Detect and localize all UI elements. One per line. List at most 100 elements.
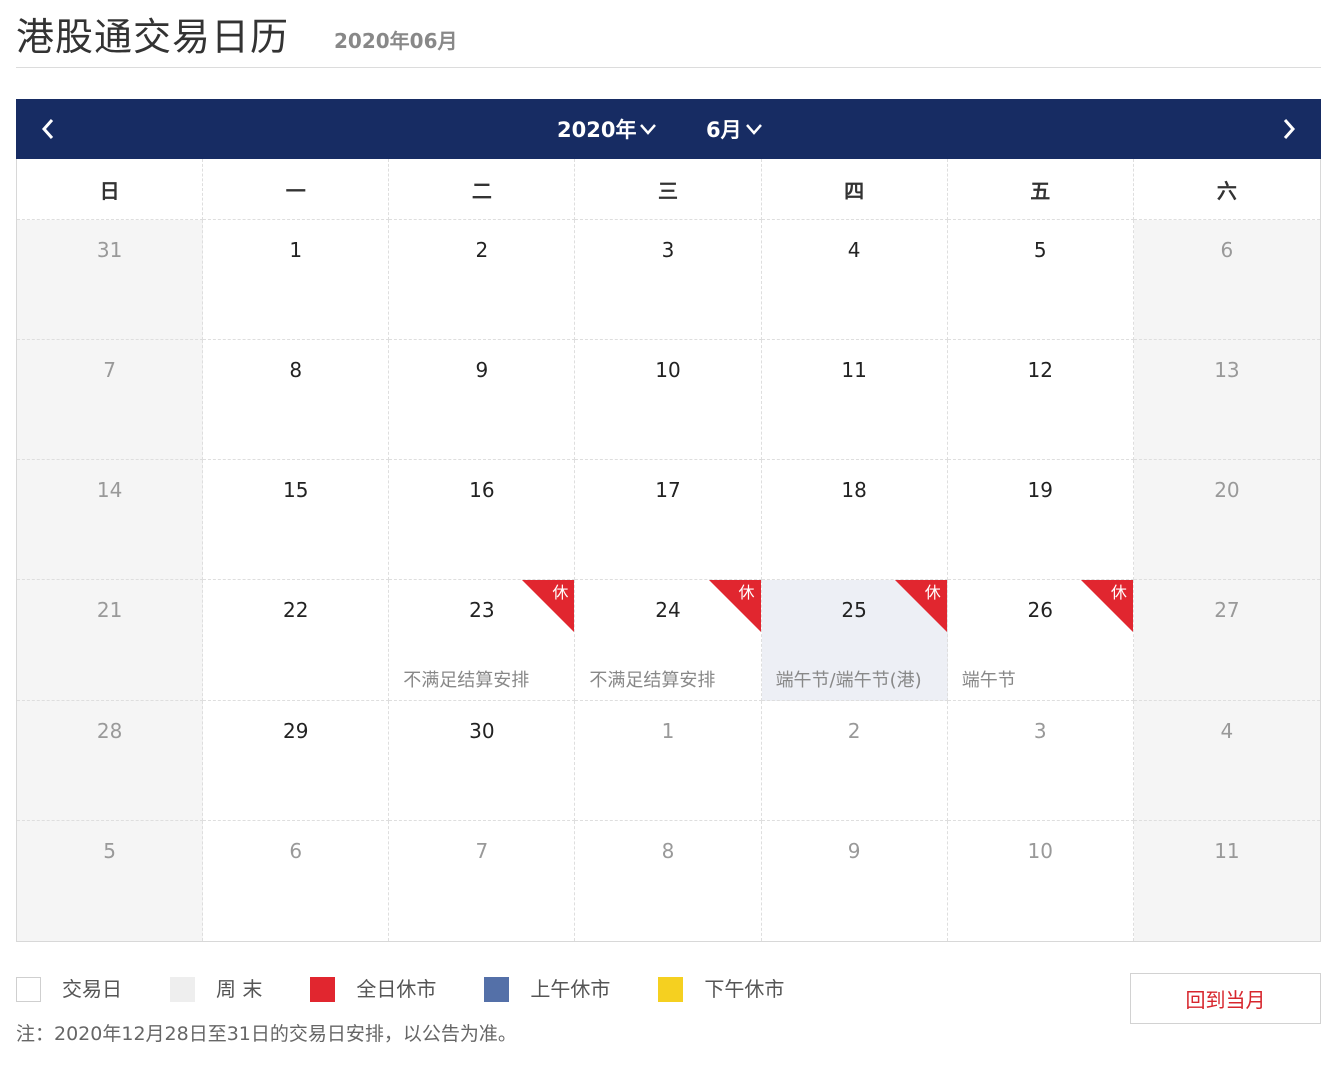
day-cell[interactable]: 29 bbox=[203, 700, 390, 821]
day-cell[interactable]: 22 bbox=[203, 580, 390, 701]
day-number: 7 bbox=[475, 838, 489, 863]
day-cell[interactable]: 8 bbox=[575, 820, 762, 941]
day-cell[interactable]: 31 bbox=[17, 220, 204, 341]
day-note: 不满足结算安排 bbox=[589, 670, 716, 692]
day-number: 21 bbox=[96, 598, 123, 623]
day-note: 端午节/端午节(港) bbox=[775, 670, 922, 692]
day-number: 8 bbox=[289, 358, 303, 383]
day-cell[interactable]: 9 bbox=[389, 340, 576, 461]
day-cell[interactable]: 4 bbox=[761, 220, 948, 341]
legend-swatch bbox=[658, 976, 684, 1002]
year-label: 2020年 bbox=[557, 118, 637, 142]
day-cell[interactable]: 20 bbox=[1133, 460, 1320, 581]
day-number: 12 bbox=[1027, 358, 1053, 383]
day-cell[interactable]: 16 bbox=[389, 460, 576, 581]
day-cell[interactable]: 11 bbox=[761, 340, 948, 461]
day-cell[interactable]: 19 bbox=[947, 460, 1134, 581]
weekday-mon: 一 bbox=[203, 159, 390, 220]
day-number: 14 bbox=[96, 478, 123, 503]
day-note: 端午节 bbox=[961, 670, 1016, 692]
legend-label: 全日休市 bbox=[356, 977, 437, 1001]
weekday-fri: 五 bbox=[947, 159, 1134, 220]
chevron-down-icon bbox=[745, 124, 762, 135]
day-cell[interactable]: 23 休不满足结算安排 bbox=[389, 580, 576, 701]
day-cell[interactable]: 14 bbox=[17, 460, 204, 581]
year-picker[interactable]: 2020年 bbox=[557, 99, 657, 159]
day-number: 16 bbox=[469, 478, 495, 503]
day-cell[interactable]: 24 休不满足结算安排 bbox=[575, 580, 762, 701]
day-number: 19 bbox=[1027, 478, 1053, 503]
day-cell[interactable]: 2 bbox=[761, 700, 948, 821]
day-grid: 31 1 2 3 4 5 6 7 8 9 10 11 12 13 14 15 16 17 18 19 20 21 22 23 休… bbox=[17, 220, 1320, 941]
calendar-header: 2020年 6月 bbox=[16, 99, 1321, 159]
day-cell[interactable]: 3 bbox=[947, 700, 1134, 821]
rest-badge: 休 bbox=[522, 580, 575, 633]
day-cell[interactable]: 5 bbox=[17, 820, 204, 941]
legend-item-full-closed: 全日休市 bbox=[310, 972, 436, 1006]
day-cell[interactable]: 6 bbox=[1133, 220, 1320, 341]
day-cell[interactable]: 30 bbox=[389, 700, 576, 821]
rest-badge: 休 bbox=[894, 580, 947, 633]
rest-badge-label: 休 bbox=[924, 583, 941, 603]
day-number: 1 bbox=[289, 238, 303, 262]
rest-badge-label: 休 bbox=[1110, 583, 1127, 603]
day-cell[interactable]: 4 bbox=[1133, 700, 1320, 821]
day-number: 15 bbox=[282, 478, 309, 503]
day-cell[interactable]: 7 bbox=[389, 820, 576, 941]
day-number: 9 bbox=[475, 358, 489, 383]
legend-swatch bbox=[484, 976, 510, 1002]
legend-label: 周 末 bbox=[216, 977, 263, 1001]
legend-swatch bbox=[170, 976, 195, 1002]
day-cell[interactable]: 11 bbox=[1133, 820, 1320, 941]
page-title: 港股通交易日历 bbox=[16, 15, 290, 59]
day-number: 31 bbox=[96, 238, 123, 262]
day-cell[interactable]: 7 bbox=[17, 340, 204, 461]
legend-item-am-closed: 上午休市 bbox=[484, 972, 610, 1006]
day-cell[interactable]: 5 bbox=[947, 220, 1134, 341]
chevron-right-icon bbox=[1283, 119, 1296, 139]
legend-swatch bbox=[16, 976, 41, 1002]
day-number: 2 bbox=[475, 238, 489, 262]
weekday-thu: 四 bbox=[761, 159, 948, 220]
day-cell[interactable]: 27 bbox=[1133, 580, 1320, 701]
rest-badge: 休 bbox=[708, 580, 761, 633]
chevron-down-icon bbox=[640, 124, 657, 135]
month-picker[interactable]: 6月 bbox=[706, 99, 763, 159]
trading-calendar: 2020年 6月 日 一 二 三 四 五 六 31 1 2 3 4 5 6 7 8 9 10 11 12… bbox=[16, 99, 1321, 942]
day-cell[interactable]: 8 bbox=[203, 340, 390, 461]
day-cell[interactable]: 2 bbox=[389, 220, 576, 341]
rest-badge-label: 休 bbox=[552, 583, 569, 603]
next-month-button[interactable] bbox=[1259, 99, 1319, 159]
day-cell[interactable]: 10 bbox=[947, 820, 1134, 941]
chevron-left-icon bbox=[41, 119, 54, 139]
day-cell[interactable]: 17 bbox=[575, 460, 762, 581]
day-cell[interactable]: 3 bbox=[575, 220, 762, 341]
back-to-current-month-button[interactable]: 回到当月 bbox=[1130, 973, 1321, 1024]
weekday-sun: 日 bbox=[17, 159, 204, 220]
day-number: 9 bbox=[847, 838, 861, 863]
day-cell[interactable]: 18 bbox=[761, 460, 948, 581]
day-cell[interactable]: 13 bbox=[1133, 340, 1320, 461]
prev-month-button[interactable] bbox=[18, 99, 78, 159]
day-number: 18 bbox=[841, 478, 867, 503]
day-cell[interactable]: 28 bbox=[17, 700, 204, 821]
day-cell[interactable]: 26 休端午节 bbox=[947, 580, 1134, 701]
day-number: 5 bbox=[1033, 238, 1047, 262]
rest-badge-label: 休 bbox=[738, 583, 755, 603]
weekday-wed: 三 bbox=[575, 159, 762, 220]
footnote: 注：2020年12月28日至31日的交易日安排，以公告为准。 bbox=[16, 1023, 517, 1045]
day-cell[interactable]: 10 bbox=[575, 340, 762, 461]
day-cell[interactable]: 21 bbox=[17, 580, 204, 701]
day-cell[interactable]: 12 bbox=[947, 340, 1134, 461]
legend: 交易日 周 末 全日休市 上午休市 下午休市 bbox=[16, 972, 832, 1006]
legend-item-pm-closed: 下午休市 bbox=[658, 972, 784, 1006]
day-number: 4 bbox=[1220, 718, 1234, 743]
day-cell[interactable]: 9 bbox=[761, 820, 948, 941]
day-cell[interactable]: 6 bbox=[203, 820, 390, 941]
day-cell[interactable]: 1 bbox=[575, 700, 762, 821]
day-cell[interactable]: 15 bbox=[203, 460, 390, 581]
day-cell[interactable]: 1 bbox=[203, 220, 390, 341]
day-cell[interactable]: 25 休端午节/端午节(港) bbox=[761, 580, 948, 701]
legend-label: 交易日 bbox=[62, 977, 122, 1001]
day-number: 7 bbox=[103, 358, 116, 383]
